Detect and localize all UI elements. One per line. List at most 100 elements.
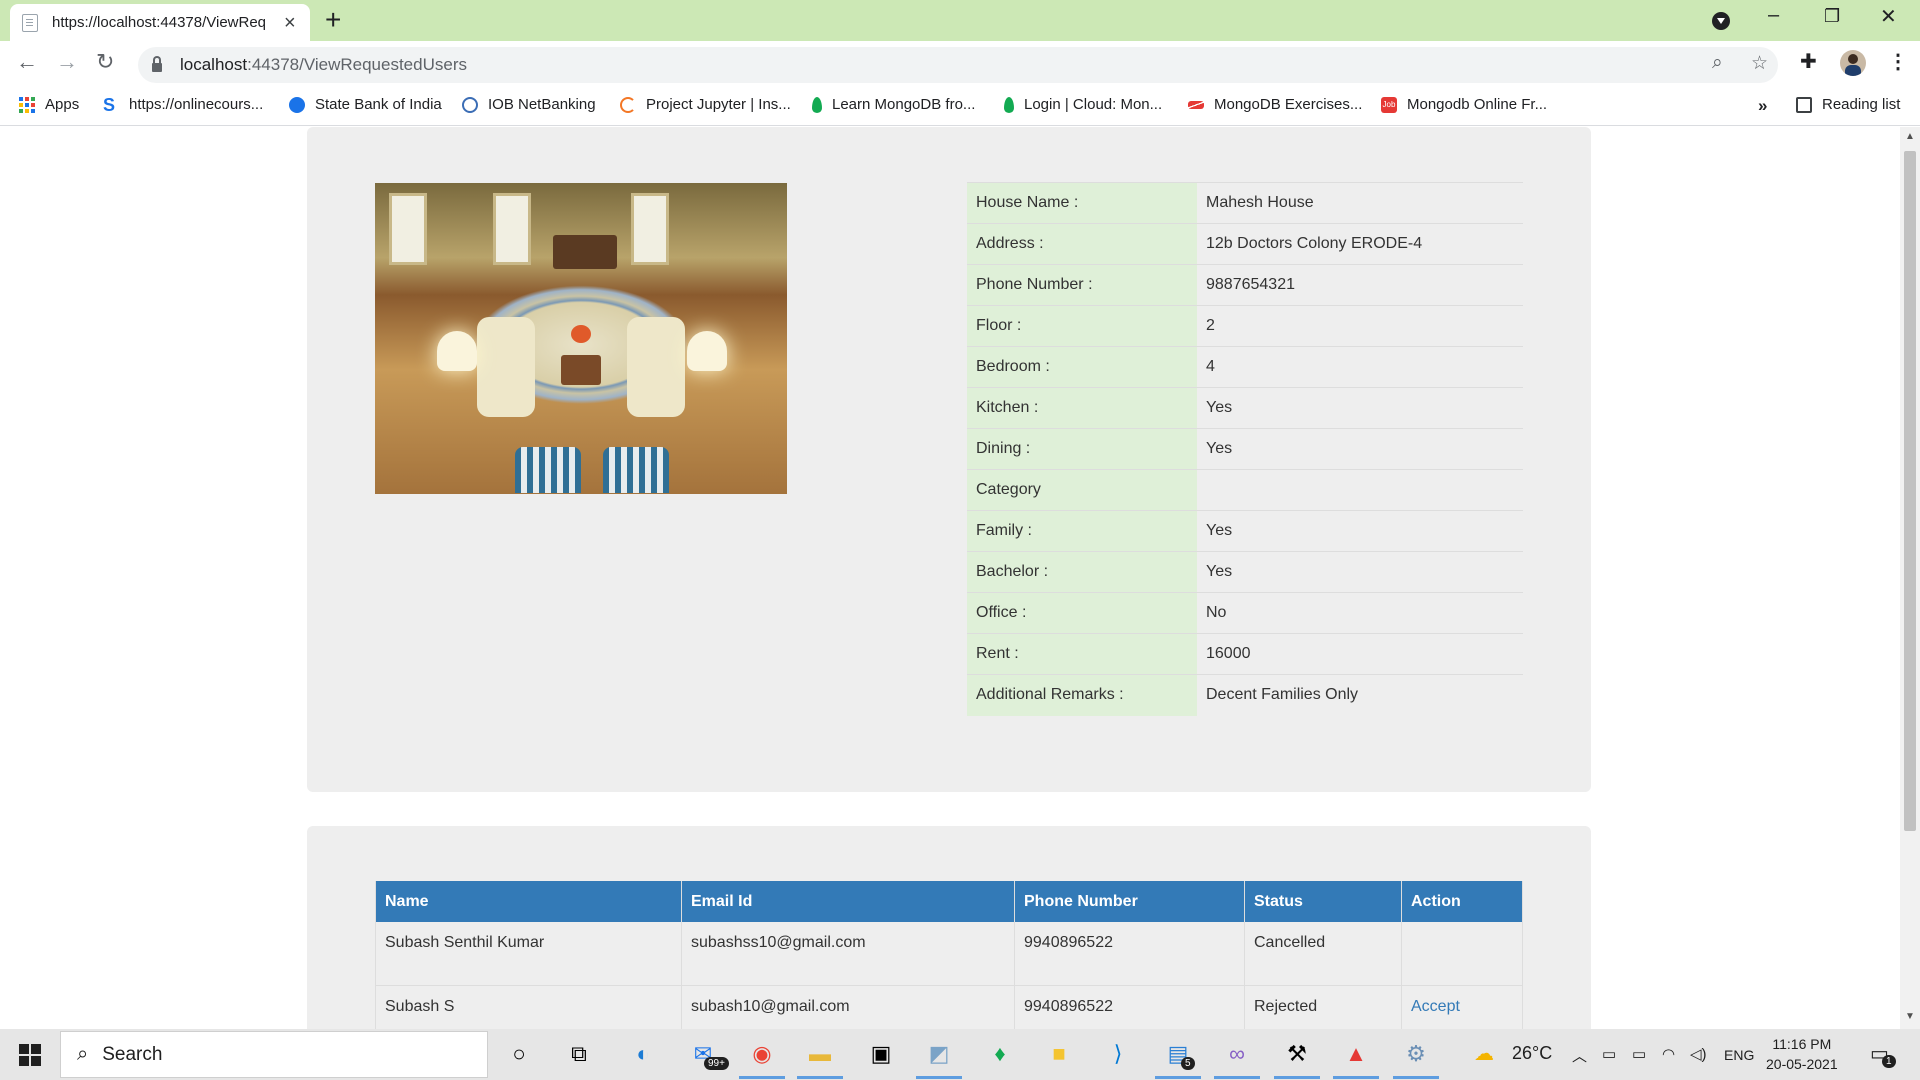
scroll-up-arrow-icon[interactable]: ▲ (1905, 131, 1915, 142)
weather-icon[interactable]: ☁ (1474, 1041, 1494, 1066)
restore-icon[interactable]: ❐ (1824, 6, 1840, 27)
minimize-icon[interactable]: – (1768, 4, 1779, 27)
sticky-notes-icon[interactable]: ■ (1042, 1037, 1076, 1071)
detail-row: Address :12b Doctors Colony ERODE-4 (967, 223, 1523, 265)
taskbar-clock[interactable]: 11:16 PM 20-05-2021 (1766, 1034, 1838, 1074)
battery-icon[interactable]: ▭ (1632, 1045, 1646, 1063)
bookmark-mongodb-cloud[interactable]: Login | Cloud: Mon... (1004, 96, 1162, 113)
column-header-name: Name (375, 881, 682, 922)
table-row: Subash Ssubash10@gmail.com 9940896522 Reje… (375, 985, 1523, 1029)
detail-row: Bachelor : Yes (967, 551, 1523, 593)
back-arrow-icon[interactable]: ← (16, 49, 38, 75)
detail-label: Dining : (967, 428, 1197, 470)
files-badge: 5 (1181, 1057, 1195, 1070)
requested-users-table: Name Email Id Phone Number Status Action… (375, 881, 1523, 1029)
detail-row: Additional Remarks : Decent Families Only (967, 674, 1523, 716)
detail-value: 4 (1197, 346, 1523, 388)
edge-browser-icon[interactable]: ◐ (626, 1037, 660, 1071)
photo-chair (515, 447, 581, 493)
mail-icon[interactable]: ✉ 99+ (686, 1037, 729, 1071)
tray-chevron-up-icon[interactable]: ︿ (1572, 1045, 1587, 1066)
detail-label: Phone Number : (967, 264, 1197, 306)
extensions-puzzle-icon[interactable]: ✚ (1800, 49, 1817, 74)
tab-search-icon[interactable] (1712, 12, 1730, 30)
new-tab-plus-icon[interactable]: + (325, 6, 341, 34)
detail-value (1197, 469, 1523, 511)
profile-avatar[interactable] (1840, 50, 1866, 76)
detail-value: Mahesh House (1197, 182, 1523, 224)
forward-arrow-icon[interactable]: → (56, 49, 78, 75)
scroll-down-arrow-icon[interactable]: ▼ (1905, 1011, 1915, 1022)
files-icon[interactable]: ▤ 5 (1155, 1037, 1201, 1079)
bookmark-jupyter[interactable]: Project Jupyter | Ins... (620, 96, 791, 113)
visual-studio-icon[interactable]: ∞ (1214, 1037, 1260, 1079)
acrobat-icon[interactable]: ▲ (1333, 1037, 1379, 1079)
detail-label: Kitchen : (967, 387, 1197, 429)
terminal-icon[interactable]: ▣ (864, 1037, 898, 1071)
bookmark-onlinecourses[interactable]: S https://onlinecours... (103, 96, 263, 114)
scrollbar-thumb[interactable] (1904, 151, 1916, 831)
clock-time: 11:16 PM (1772, 1036, 1832, 1052)
mongodb-leaf-icon (1004, 96, 1014, 113)
detail-value: Decent Families Only (1197, 674, 1523, 716)
tab-title: https://localhost:44378/ViewReq (52, 14, 267, 31)
meet-now-icon[interactable]: ▭ (1602, 1045, 1616, 1063)
sbi-logo-icon (289, 96, 305, 113)
apps-grid-icon (19, 96, 35, 113)
detail-label: Additional Remarks : (967, 674, 1197, 716)
more-bookmarks-chevron-icon[interactable]: » (1758, 96, 1767, 116)
detail-row: Category (967, 469, 1523, 511)
vscode-icon[interactable]: ⟩ (1101, 1037, 1135, 1071)
photo-window (389, 193, 427, 265)
bookmark-mongodb-online[interactable]: Job Mongodb Online Fr... (1381, 96, 1547, 113)
notepad-icon[interactable]: ◩ (916, 1037, 962, 1079)
mongodb-compass-icon[interactable]: ♦ (983, 1037, 1017, 1071)
detail-value: Yes (1197, 551, 1523, 593)
menu-kebab-icon[interactable]: ⋮ (1888, 49, 1908, 74)
reload-icon[interactable]: ↻ (96, 49, 114, 75)
bookmark-mongodb-exercises[interactable]: MongoDB Exercises... (1188, 96, 1362, 113)
volume-icon[interactable]: ◁) (1690, 1045, 1707, 1063)
user-status-cell: Cancelled (1244, 922, 1402, 986)
bookmark-sbi[interactable]: State Bank of India (289, 96, 442, 113)
browser-titlebar: https://localhost:44378/ViewReq × + – ❐ … (0, 0, 1920, 41)
browser-tab[interactable]: https://localhost:44378/ViewReq × (10, 4, 310, 41)
bookmark-learn-mongodb[interactable]: Learn MongoDB fro... (812, 96, 975, 113)
photo-desk (553, 235, 617, 269)
taskbar-search-box[interactable]: ⌕ Search (60, 1031, 488, 1078)
address-bar[interactable]: localhost:44378/ViewRequestedUsers ⌕ ☆ (138, 47, 1778, 83)
task-view-icon[interactable]: ⧉ (562, 1037, 596, 1071)
detail-row: Kitchen : Yes (967, 387, 1523, 429)
notification-badge: 1 (1882, 1055, 1896, 1068)
wifi-icon[interactable]: ◠ (1662, 1045, 1675, 1063)
detail-value: 16000 (1197, 633, 1523, 675)
column-header-action: Action (1401, 881, 1523, 922)
bookmark-apps[interactable]: Apps (19, 96, 79, 113)
tools-icon[interactable]: ⚒ (1274, 1037, 1320, 1079)
detail-label: Bachelor : (967, 551, 1197, 593)
photo-window (493, 193, 531, 265)
cortana-circle-icon[interactable]: ○ (502, 1037, 536, 1071)
language-indicator[interactable]: ENG (1724, 1047, 1754, 1063)
settings-gear-icon[interactable]: ⚙ (1393, 1037, 1439, 1079)
bookmark-iob[interactable]: IOB NetBanking (462, 96, 596, 113)
zoom-icon[interactable]: ⌕ (1712, 52, 1723, 74)
notification-center-icon[interactable]: ▭ 1 (1870, 1041, 1896, 1068)
vertical-scrollbar[interactable]: ▲ ▼ (1900, 127, 1920, 1029)
weather-temp[interactable]: 26°C (1512, 1043, 1552, 1064)
close-window-icon[interactable]: ✕ (1880, 4, 1897, 29)
reading-list-icon (1796, 96, 1812, 113)
bookmark-star-icon[interactable]: ☆ (1751, 52, 1768, 75)
accept-link[interactable]: Accept (1411, 998, 1460, 1015)
house-details-panel: House Name : Mahesh House Address :12b Doc… (307, 127, 1591, 792)
detail-value: 9887654321 (1197, 264, 1523, 306)
file-explorer-icon[interactable]: ▬ (797, 1037, 843, 1079)
detail-label: Floor : (967, 305, 1197, 347)
chrome-icon[interactable]: ◉ (739, 1037, 785, 1079)
close-tab-icon[interactable]: × (284, 13, 296, 33)
windows-start-icon[interactable] (19, 1044, 41, 1066)
search-icon: ⌕ (77, 1043, 89, 1065)
lock-icon[interactable] (152, 55, 162, 72)
detail-row: Bedroom :4 (967, 346, 1523, 388)
reading-list-button[interactable]: Reading list (1796, 96, 1900, 113)
